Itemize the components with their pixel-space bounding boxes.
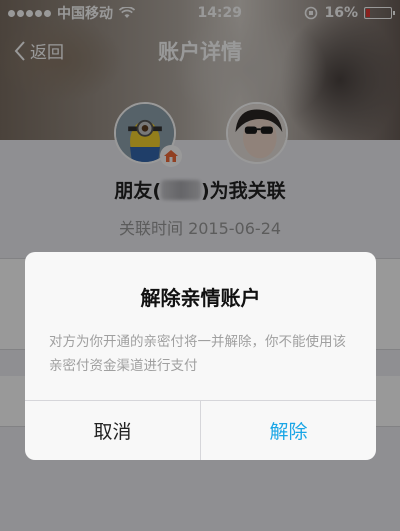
cancel-button[interactable]: 取消 bbox=[25, 401, 201, 460]
dialog-title: 解除亲情账户 bbox=[140, 286, 261, 310]
dialog-message: 对方为你开通的亲密付将一并解除，你不能使用该亲密付资金渠道进行支付 bbox=[49, 334, 346, 374]
dialog-button-bar: 取消 解除 bbox=[25, 400, 376, 460]
unbind-button[interactable]: 解除 bbox=[201, 401, 376, 460]
unbind-dialog: 解除亲情账户 对方为你开通的亲密付将一并解除，你不能使用该亲密付资金渠道进行支付… bbox=[25, 252, 376, 460]
